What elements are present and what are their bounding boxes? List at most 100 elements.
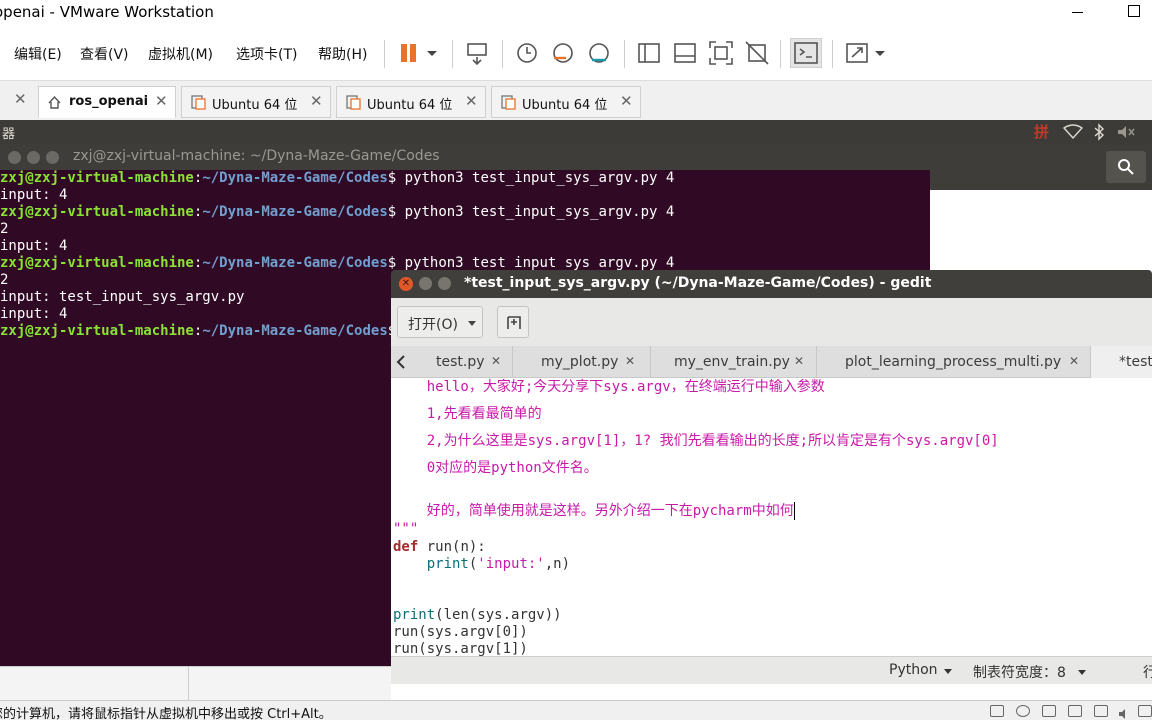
code-line: run(sys.argv[0]) bbox=[393, 624, 528, 640]
close-icon[interactable]: ✕ bbox=[14, 90, 27, 108]
menu-tabs[interactable]: 选项卡(T) bbox=[236, 44, 297, 64]
search-icon bbox=[1118, 159, 1134, 175]
terminal-line: input: 4 bbox=[0, 187, 68, 203]
revert-snapshot-icon[interactable] bbox=[550, 40, 576, 66]
vm-home-icon bbox=[48, 95, 61, 109]
display-icon[interactable] bbox=[1138, 705, 1152, 717]
gedit-tab-active[interactable]: *test bbox=[1091, 346, 1152, 378]
input-method-icon[interactable]: 拼 bbox=[1034, 121, 1049, 142]
close-icon[interactable]: ✕ bbox=[620, 92, 633, 110]
vm-tab-label: ros_openai bbox=[69, 94, 149, 109]
new-document-button[interactable] bbox=[497, 306, 529, 338]
new-tab-icon bbox=[507, 316, 521, 329]
fullscreen-icon[interactable] bbox=[708, 40, 734, 66]
open-button[interactable]: 打开(O) bbox=[397, 306, 483, 338]
vm-status-message: 您的计算机，请将鼠标指针从虚拟机中移出或按 Ctrl+Alt。 bbox=[0, 707, 332, 722]
code-line: 好的，简单使用就是这样。另外介绍一下在pycharm中如何 bbox=[393, 502, 795, 520]
terminal-line: input: 4 bbox=[0, 238, 68, 254]
chevron-down-icon bbox=[468, 321, 476, 326]
menu-vm[interactable]: 虚拟机(M) bbox=[148, 44, 213, 64]
close-icon[interactable]: ✕ bbox=[310, 92, 323, 110]
menu-edit[interactable]: 编辑(E) bbox=[14, 44, 62, 64]
sound-icon[interactable] bbox=[1118, 705, 1132, 719]
vm-statusbar: 您的计算机，请将鼠标指针从虚拟机中移出或按 Ctrl+Alt。 bbox=[0, 700, 1152, 722]
pause-icon[interactable] bbox=[398, 40, 424, 66]
unity-mode-icon[interactable] bbox=[744, 40, 770, 66]
open-button-label: 打开(O) bbox=[408, 317, 458, 333]
vm-tab-ubuntu-3[interactable]: Ubuntu 64 位 ✕ bbox=[491, 86, 641, 118]
vm-tab-label: Ubuntu 64 位 bbox=[212, 98, 298, 113]
minimize-icon[interactable] bbox=[27, 151, 40, 164]
terminal-title: zxj@zxj-virtual-machine: ~/Dyna-Maze-Gam… bbox=[73, 148, 440, 164]
usb-icon[interactable] bbox=[1094, 705, 1108, 717]
vm-tab-label: Ubuntu 64 位 bbox=[522, 98, 608, 113]
code-line: """ bbox=[393, 521, 419, 537]
gedit-titlebar: ✕ *test_input_sys_argv.py (~/Dyna-Maze-G… bbox=[391, 270, 1152, 298]
sound-muted-icon[interactable] bbox=[1116, 125, 1136, 139]
code-line: print(len(sys.argv)) bbox=[393, 607, 562, 623]
gedit-tab[interactable]: my_env_train.py ✕ bbox=[651, 346, 817, 378]
close-icon[interactable]: ✕ bbox=[491, 354, 501, 368]
menu-toolbar: 编辑(E) 查看(V) 虚拟机(M) 选项卡(T) 帮助(H) bbox=[0, 30, 1152, 76]
terminal-line: zxj@zxj-virtual-machine:~/Dyna-Maze-Game… bbox=[0, 170, 675, 186]
chevron-left-icon[interactable] bbox=[395, 354, 407, 370]
gedit-tab[interactable]: test.py ✕ bbox=[411, 346, 513, 378]
terminal-line: 2 bbox=[0, 221, 9, 237]
code-editor[interactable]: hello，大家好;今天分享下sys.argv，在终端运行中输入参数 1,先看看… bbox=[391, 378, 1152, 656]
vm-tab-strip: ✕ ros_openai ✕ Ubuntu 64 位 ✕ Ubuntu 64 位… bbox=[0, 80, 1152, 120]
language-selector[interactable]: Python bbox=[889, 662, 938, 678]
code-line: 2,为什么这里是sys.argv[1]，1? 我们先看看输出的长度;所以肯定是有… bbox=[393, 433, 999, 449]
background-window-body bbox=[930, 190, 1152, 270]
minimize-icon[interactable] bbox=[419, 277, 432, 290]
hard-disk-icon[interactable] bbox=[990, 705, 1004, 717]
text-cursor bbox=[793, 502, 795, 520]
cd-drive-icon[interactable] bbox=[1016, 705, 1030, 717]
close-icon[interactable]: ✕ bbox=[1069, 354, 1079, 368]
close-icon[interactable]: ✕ bbox=[399, 277, 413, 291]
close-icon[interactable]: ✕ bbox=[465, 92, 478, 110]
stretch-dropdown-icon[interactable] bbox=[872, 40, 888, 66]
maximize-icon[interactable] bbox=[438, 277, 451, 290]
close-icon[interactable] bbox=[8, 151, 21, 164]
vm-tab-ros-openai[interactable]: ros_openai ✕ bbox=[38, 86, 176, 118]
pause-dropdown-icon[interactable] bbox=[424, 40, 440, 66]
sidebar-toggle-icon[interactable] bbox=[636, 40, 662, 66]
chevron-down-icon bbox=[1078, 670, 1086, 675]
search-button[interactable] bbox=[1106, 151, 1146, 183]
terminal-line: zxj@zxj-virtual-machine:~/Dyna-Maze-Game… bbox=[0, 204, 675, 220]
snapshot-manager-icon[interactable] bbox=[586, 40, 612, 66]
printer-icon[interactable] bbox=[1068, 705, 1082, 717]
snapshot-icon[interactable] bbox=[514, 40, 540, 66]
vm-tab-ubuntu-2[interactable]: Ubuntu 64 位 ✕ bbox=[336, 86, 486, 118]
code-line: 1,先看看最简单的 bbox=[393, 406, 542, 422]
window-titlebar: openai - VMware Workstation bbox=[0, 0, 1152, 28]
network-icon[interactable] bbox=[1063, 124, 1083, 140]
close-icon[interactable]: ✕ bbox=[794, 354, 804, 368]
panel-app-label: 器 bbox=[2, 127, 16, 142]
stretch-guest-icon[interactable] bbox=[844, 40, 870, 66]
gedit-tab[interactable]: plot_learning_process_multi.py ✕ bbox=[817, 346, 1091, 378]
send-ctrl-alt-del-icon[interactable] bbox=[464, 40, 490, 66]
thumbnail-bar-icon[interactable] bbox=[672, 40, 698, 66]
menu-help[interactable]: 帮助(H) bbox=[318, 44, 367, 64]
code-line: run(sys.argv[1]) bbox=[393, 641, 528, 656]
close-icon[interactable]: ✕ bbox=[155, 92, 168, 110]
ubuntu-top-panel: 器 拼 bbox=[0, 120, 1152, 144]
vm-tab-ubuntu-1[interactable]: Ubuntu 64 位 ✕ bbox=[181, 86, 331, 118]
maximize-icon[interactable] bbox=[1128, 5, 1140, 17]
code-line: 0对应的是python文件名。 bbox=[393, 460, 598, 476]
window-title: openai - VMware Workstation bbox=[0, 3, 214, 21]
console-view-icon[interactable] bbox=[790, 38, 822, 68]
gedit-tab-strip: test.py ✕ my_plot.py ✕ my_env_train.py ✕… bbox=[391, 346, 1152, 378]
gedit-statusbar: Python 制表符宽度：8 行 bbox=[391, 656, 1152, 684]
cursor-position: 行 bbox=[1143, 665, 1152, 681]
network-adapter-icon[interactable] bbox=[1042, 705, 1056, 717]
close-icon[interactable]: ✕ bbox=[625, 354, 635, 368]
minimize-icon[interactable] bbox=[1070, 4, 1084, 18]
gedit-tab[interactable]: my_plot.py ✕ bbox=[513, 346, 651, 378]
tab-width-selector[interactable]: 制表符宽度：8 bbox=[973, 662, 1066, 682]
code-line: hello，大家好;今天分享下sys.argv，在终端运行中输入参数 bbox=[393, 379, 825, 395]
menu-view[interactable]: 查看(V) bbox=[80, 44, 129, 64]
bluetooth-icon[interactable] bbox=[1093, 123, 1105, 141]
maximize-icon[interactable] bbox=[46, 151, 59, 164]
